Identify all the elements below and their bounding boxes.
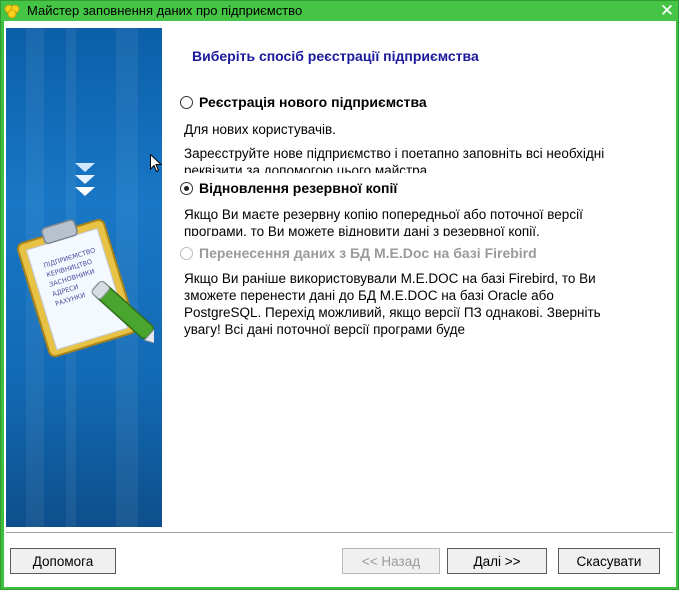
- option-description: Якщо Ви маєте резервну копію попередньої…: [184, 206, 624, 236]
- button-bar-divider: [6, 532, 673, 534]
- radio-new-enterprise[interactable]: [180, 95, 193, 109]
- back-button: << Назад: [342, 548, 440, 574]
- triple-chevron-down-icon: [75, 163, 95, 196]
- wizard-heading: Виберіть спосіб реєстрації підприємства: [192, 48, 479, 64]
- title-bar[interactable]: Майстер заповнення даних про підприємств…: [1, 1, 678, 21]
- description-line: Зареєструйте нове підприємство і поетапн…: [184, 146, 605, 173]
- option-description: Для нових користувачів. Зареєструйте нов…: [184, 121, 624, 173]
- wizard-side-banner: ПІДПРИЄМСТВО КЕРІВНИЦТВО ЗАСНОВНИКИ АДРЕ…: [6, 28, 162, 527]
- description-line: Якщо Ви маєте резервну копію попередньої…: [184, 207, 583, 236]
- radio-migrate-firebird: [180, 246, 193, 260]
- radio-restore-backup[interactable]: [180, 181, 193, 195]
- option-description: Якщо Ви раніше використовували M.E.DOC н…: [184, 270, 624, 344]
- clipboard-with-pen-icon: ПІДПРИЄМСТВО КЕРІВНИЦТВО ЗАСНОВНИКИ АДРЕ…: [16, 219, 154, 358]
- wizard-window: Майстер заповнення даних про підприємств…: [0, 0, 679, 590]
- help-button[interactable]: Допомога: [10, 548, 116, 574]
- close-icon: ✕: [659, 1, 675, 20]
- option-label: Реєстрація нового підприємства: [199, 94, 427, 110]
- option-restore-backup[interactable]: Відновлення резервної копії: [180, 180, 397, 196]
- mouse-cursor-icon: [150, 154, 162, 173]
- description-line: Якщо Ви раніше використовували M.E.DOC н…: [184, 271, 601, 337]
- option-new-enterprise[interactable]: Реєстрація нового підприємства: [180, 94, 427, 110]
- window-title: Майстер заповнення даних про підприємств…: [27, 3, 303, 18]
- cancel-button[interactable]: Скасувати: [558, 548, 660, 574]
- app-logo-icon: [4, 4, 20, 19]
- wizard-client-area: ПІДПРИЄМСТВО КЕРІВНИЦТВО ЗАСНОВНИКИ АДРЕ…: [4, 21, 676, 587]
- description-line: Для нових користувачів.: [184, 122, 336, 137]
- option-label: Відновлення резервної копії: [199, 180, 398, 196]
- next-button[interactable]: Далі >>: [447, 548, 547, 574]
- option-label: Перенесення даних з БД M.E.Doc на базі F…: [199, 245, 537, 261]
- close-button[interactable]: ✕: [658, 2, 676, 20]
- option-migrate-firebird: Перенесення даних з БД M.E.Doc на базі F…: [180, 245, 537, 261]
